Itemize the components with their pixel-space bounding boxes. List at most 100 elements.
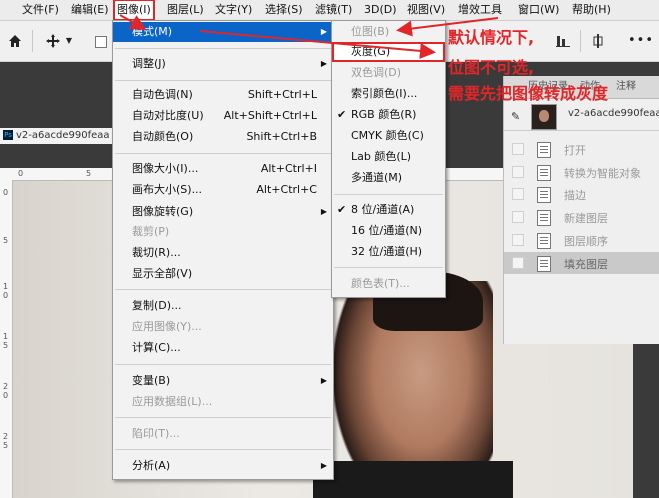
menu-item-canvas-size[interactable]: 画布大小(S)... Alt+Ctrl+C — [113, 180, 333, 200]
menu-item-trap: 陷印(T)... — [132, 427, 180, 440]
checkmark-icon: ✔ — [337, 108, 347, 121]
menu-help[interactable]: 帮助(H) — [570, 0, 613, 20]
menu-item-mode[interactable]: 模式(M) ▶ — [113, 22, 333, 42]
menu-bar: 文件(F) 编辑(E) 图像(I) 图层(L) 文字(Y) 选择(S) 滤镜(T… — [0, 0, 659, 21]
snapshot-thumbnail — [531, 104, 557, 130]
document-icon — [537, 187, 551, 203]
history-step-checkbox[interactable] — [512, 188, 524, 200]
history-step-checkbox[interactable] — [512, 257, 524, 269]
menu-divider — [115, 153, 331, 154]
photoshop-icon: Ps — [3, 130, 13, 140]
vertical-ruler[interactable]: 0 5 1 0 1 5 2 0 2 5 — [0, 180, 13, 498]
annotation-line-3: 需要先把图像转成灰度 — [448, 84, 609, 103]
menu-item-8-bit[interactable]: ✔ 8 位/通道(A) — [332, 200, 445, 220]
submenu-arrow-icon: ▶ — [320, 207, 327, 216]
document-icon — [537, 233, 551, 249]
menu-divider — [115, 289, 331, 290]
auto-select-checkbox[interactable] — [95, 36, 107, 48]
menu-window[interactable]: 窗口(W) — [516, 0, 561, 20]
menu-view[interactable]: 视图(V) — [405, 0, 447, 20]
submenu-arrow-icon: ▶ — [320, 376, 327, 385]
history-step-label: 新建图层 — [564, 212, 608, 225]
annotation-line-2: 位图不可选, — [448, 58, 535, 77]
history-step[interactable]: 打开 — [504, 138, 659, 160]
menu-item-calculations[interactable]: 计算(C)... — [113, 338, 333, 358]
menu-item-grayscale[interactable]: 灰度(G) — [332, 42, 445, 62]
menu-file[interactable]: 文件(F) — [20, 0, 61, 20]
menu-edit[interactable]: 编辑(E) — [69, 0, 111, 20]
menu-item-color-table: 颜色表(T)... — [351, 277, 410, 290]
document-icon — [537, 165, 551, 181]
menu-filter[interactable]: 滤镜(T) — [313, 0, 354, 20]
menu-item-rgb-color[interactable]: ✔ RGB 颜色(R) — [332, 105, 445, 125]
menu-item-image-rotation[interactable]: 图像旋转(G) ▶ — [113, 202, 333, 222]
more-options-icon[interactable]: ••• — [628, 29, 653, 53]
history-step-checkbox[interactable] — [512, 211, 524, 223]
menu-item-reveal-all[interactable]: 显示全部(V) — [113, 264, 333, 284]
menu-plugins[interactable]: 增效工具 — [456, 0, 504, 20]
menu-item-auto-color[interactable]: 自动颜色(O) Shift+Ctrl+B — [113, 127, 333, 147]
history-panel: 历史记录 动作 注释 ✎ v2-a6acde990feaa 打开 转换为智能对象… — [503, 76, 659, 344]
history-step-checkbox[interactable] — [512, 234, 524, 246]
menu-type[interactable]: 文字(Y) — [213, 0, 254, 20]
history-step-label: 描边 — [564, 189, 586, 202]
menu-item-image-size[interactable]: 图像大小(I)... Alt+Ctrl+I — [113, 159, 333, 179]
history-step-checkbox[interactable] — [512, 143, 524, 155]
history-step[interactable]: 描边 — [504, 183, 659, 205]
menu-item-crop: 裁剪(P) — [132, 225, 170, 238]
checkmark-icon: ✔ — [337, 203, 347, 216]
history-snapshot[interactable]: ✎ v2-a6acde990feaa — [504, 102, 659, 131]
chevron-down-icon[interactable]: ▼ — [64, 29, 74, 53]
home-icon[interactable] — [4, 29, 26, 53]
toolbar-divider — [580, 30, 581, 52]
menu-item-lab-color[interactable]: Lab 颜色(L) — [332, 147, 445, 167]
document-tab-title: v2-a6acde990feaa — [16, 130, 110, 141]
tab-notes[interactable]: 注释 — [616, 79, 636, 95]
menu-item-analysis[interactable]: 分析(A) ▶ — [113, 456, 333, 476]
menu-divider — [115, 80, 331, 81]
menu-item-32-bit[interactable]: 32 位/通道(H) — [332, 242, 445, 262]
menu-divider — [334, 194, 443, 195]
menu-item-indexed-color[interactable]: 索引颜色(I)... — [332, 84, 445, 104]
menu-image[interactable]: 图像(I) — [113, 0, 155, 21]
menu-3d[interactable]: 3D(D) — [362, 0, 399, 20]
menu-divider — [115, 417, 331, 418]
menu-item-variables[interactable]: 变量(B) ▶ — [113, 371, 333, 391]
history-step-current[interactable]: 填充图层 — [504, 252, 659, 274]
menu-item-multichannel[interactable]: 多通道(M) — [332, 168, 445, 188]
history-step[interactable]: 新建图层 — [504, 206, 659, 228]
menu-item-adjustments[interactable]: 调整(J) ▶ — [113, 54, 333, 74]
menu-item-auto-contrast[interactable]: 自动对比度(U) Alt+Shift+Ctrl+L — [113, 106, 333, 126]
menu-item-16-bit[interactable]: 16 位/通道(N) — [332, 221, 445, 241]
portrait-suit — [313, 461, 513, 498]
menu-item-auto-tone[interactable]: 自动色调(N) Shift+Ctrl+L — [113, 85, 333, 105]
document-tab[interactable]: Ps v2-a6acde990feaa — [0, 128, 113, 144]
document-icon — [537, 210, 551, 226]
image-menu: 模式(M) ▶ 调整(J) ▶ 自动色调(N) Shift+Ctrl+L 自动对比度(… — [112, 20, 334, 480]
history-brush-icon[interactable]: ✎ — [511, 110, 520, 123]
history-step-checkbox[interactable] — [512, 166, 524, 178]
history-step-label: 打开 — [564, 144, 586, 157]
menu-item-cmyk-color[interactable]: CMYK 颜色(C) — [332, 126, 445, 146]
menu-item-trim[interactable]: 裁切(R)... — [113, 243, 333, 263]
submenu-arrow-icon: ▶ — [320, 59, 327, 68]
align-icon[interactable] — [555, 29, 571, 53]
menu-layer[interactable]: 图层(L) — [165, 0, 206, 20]
history-step-label: 填充图层 — [564, 258, 608, 271]
menu-divider — [115, 48, 331, 49]
history-step[interactable]: 图层顺序 — [504, 229, 659, 251]
document-icon — [537, 142, 551, 158]
history-step[interactable]: 转换为智能对象 — [504, 161, 659, 183]
move-icon[interactable] — [42, 29, 64, 53]
distribute-icon[interactable] — [590, 29, 606, 53]
ruler-label: 0 — [3, 188, 9, 197]
ruler-corner — [0, 168, 12, 180]
ruler-label: 5 — [3, 236, 9, 245]
menu-item-duplicate[interactable]: 复制(D)... — [113, 296, 333, 316]
ruler-label: 1 5 — [3, 332, 9, 350]
menu-divider — [115, 449, 331, 450]
menu-item-duotone: 双色调(D) — [351, 66, 402, 79]
menu-item-apply-data-set: 应用数据组(L)... — [132, 395, 213, 408]
menu-select[interactable]: 选择(S) — [263, 0, 305, 20]
mode-submenu: 位图(B) 灰度(G) 双色调(D) 索引颜色(I)... ✔ RGB 颜色(R)… — [331, 20, 446, 298]
